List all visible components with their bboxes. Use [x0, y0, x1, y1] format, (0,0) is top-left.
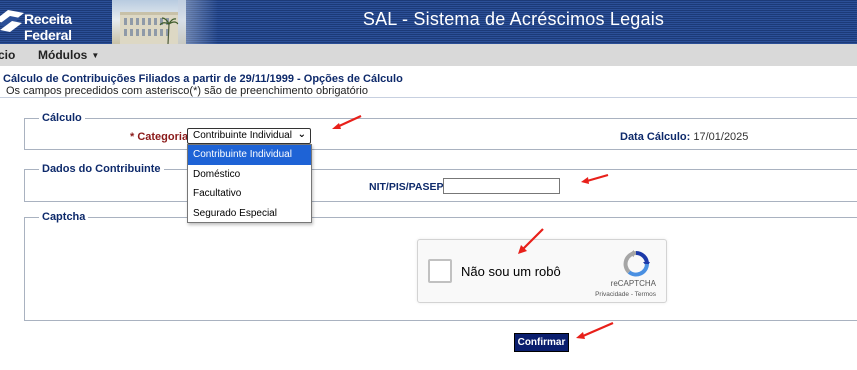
dados-contribuinte-legend: Dados do Contribuinte	[39, 163, 164, 176]
annotation-arrow-icon	[518, 228, 544, 254]
annotation-arrow-icon	[581, 173, 609, 184]
nit-label: NIT/PIS/PASEP:	[369, 181, 447, 193]
calculo-legend: Cálculo	[39, 112, 85, 125]
captcha-legend: Captcha	[39, 211, 89, 224]
categoria-option-contribuinte-individual[interactable]: Contribuinte Individual	[188, 145, 311, 165]
categoria-option-facultativo[interactable]: Facultativo	[188, 184, 311, 204]
recaptcha-privacy-terms-links[interactable]: Privacidade - Termos	[595, 291, 656, 298]
recaptcha-icon	[623, 250, 650, 277]
data-calculo-label: Data Cálculo:	[620, 131, 691, 143]
categoria-select[interactable]: Contribuinte Individual ⌄	[187, 128, 311, 144]
page-subtitle: Os campos precedidos com asterisco(*) sã…	[6, 85, 368, 97]
recaptcha-brand: reCAPTCHA	[610, 279, 656, 288]
categoria-selected-value: Contribuinte Individual	[193, 130, 292, 141]
header-banner: Receita Federal SAL - Sistema de Acrésci…	[0, 0, 857, 44]
confirm-button[interactable]: Confirmar	[514, 333, 569, 352]
menu-item-modulos[interactable]: Módulos ▼	[38, 48, 99, 62]
chevron-down-icon: ⌄	[297, 129, 306, 140]
chevron-down-icon: ▼	[91, 51, 100, 60]
menu-bar: cio Módulos ▼	[0, 44, 857, 66]
menu-item-modulos-label: Módulos	[38, 48, 88, 62]
menu-item-inicio[interactable]: cio	[0, 48, 15, 62]
categoria-option-segurado-especial[interactable]: Segurado Especial	[188, 204, 311, 224]
categoria-option-domestico[interactable]: Doméstico	[188, 165, 311, 185]
recaptcha-checkbox[interactable]	[428, 259, 452, 283]
data-calculo-value: 17/01/2025	[693, 131, 749, 143]
heading-divider	[0, 97, 857, 98]
annotation-arrow-icon	[332, 115, 362, 129]
app-title: SAL - Sistema de Acréscimos Legais	[362, 9, 665, 29]
categoria-label: * Categoria:	[130, 131, 192, 143]
categoria-dropdown-list: Contribuinte Individual Doméstico Facult…	[187, 144, 312, 223]
nit-pis-pasep-input[interactable]	[443, 178, 560, 194]
annotation-arrow-icon	[576, 321, 614, 339]
data-calculo: Data Cálculo: 17/01/2025	[620, 131, 748, 143]
page-title: Cálculo de Contribuições Filiados a part…	[3, 73, 403, 85]
recaptcha-label: Não sou um robô	[461, 264, 561, 279]
